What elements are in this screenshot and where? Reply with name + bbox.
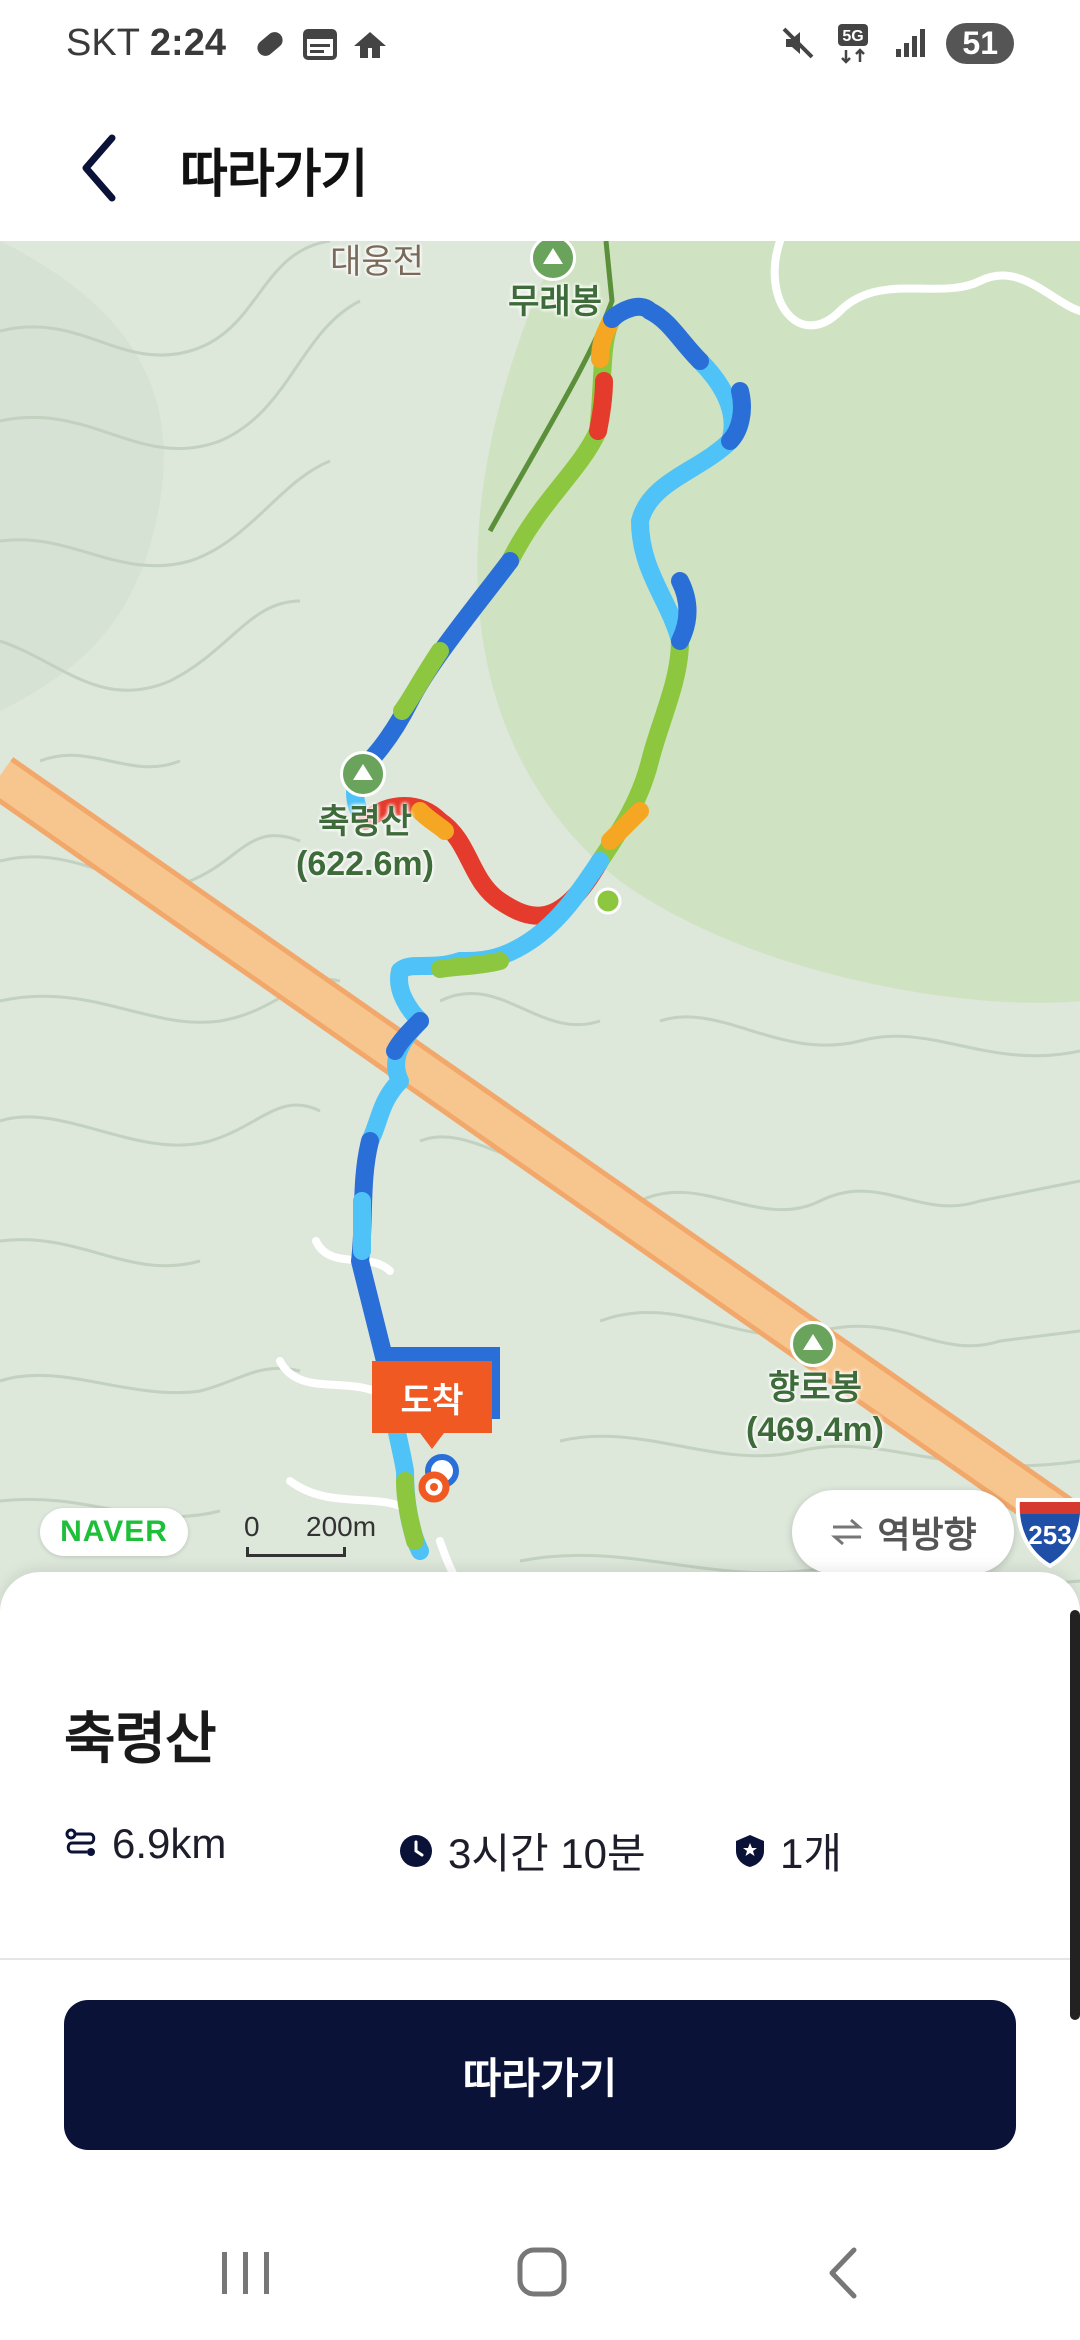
app-notification-icon [353,31,386,58]
edge-panel-handle[interactable] [1070,1610,1080,2020]
divider [0,1958,1080,1960]
reverse-direction-button[interactable]: 역방향 [792,1490,1014,1574]
battery-indicator: 51 [946,22,1014,64]
signal-icon [896,29,926,57]
badge-shield-icon [736,1834,764,1867]
temple-label: 대웅전 [330,243,424,281]
system-nav-bar [0,2208,1080,2340]
peak-label-murae: 무래봉 [508,283,602,321]
clock-icon [400,1834,432,1867]
course-stats: 6.9km 3시간 10분 1개 [64,1820,1044,1880]
calendar-icon [302,28,337,60]
pill-icon [257,31,283,56]
peak-name: 향로봉 [768,1369,862,1407]
map-canvas[interactable] [0,241,1080,1610]
scale-line [246,1547,346,1557]
route-distance-icon [65,1828,96,1856]
mute-icon [782,27,814,59]
course-name: 축령산 [64,1707,217,1770]
carrier-label: SKT [66,22,140,64]
arrival-flag: 도착 [372,1361,492,1449]
scale-distance: 200m [306,1511,377,1542]
recent-apps-button[interactable] [206,2238,286,2308]
back-nav-button[interactable] [806,2238,886,2308]
peak-name: 축령산 [318,803,412,841]
highway-number: 253 [1028,1520,1071,1550]
scale-zero: 0 [244,1511,260,1542]
peak-elevation: (469.4m) [746,1411,884,1449]
follow-button[interactable]: 따라가기 [64,2000,1016,2150]
peak-label-hyangro: 향로봉 (469.4m) [740,1367,890,1451]
home-icon [517,2247,567,2297]
chevron-left-icon [82,134,116,202]
back-button[interactable] [68,126,138,210]
home-button[interactable] [502,2238,582,2308]
mountain-icon [790,1321,836,1367]
network-type-label: 5G [843,28,864,45]
naver-logo: NAVER [40,1508,188,1556]
mountain-icon [340,751,386,797]
app-bar: 따라가기 [0,96,1080,241]
distance-value: 6.9km [112,1820,227,1867]
map-scale: 0 200m [244,1511,376,1557]
peak-elevation: (622.6m) [296,845,434,883]
duration-value: 3시간 10분 [448,1830,646,1877]
page-title: 따라가기 [180,146,368,204]
back-arrow-icon [829,2247,857,2299]
badge-count: 1개 [780,1830,842,1877]
peak-label-chukryeong: 축령산 (622.6m) [290,801,440,885]
distance-stat: 6.9km [64,1820,226,1868]
reverse-direction-label: 역방향 [877,1514,977,1555]
highway-shield-icon: 253 [1015,1498,1080,1568]
clock: 2:24 [149,22,226,64]
duration-stat: 3시간 10분 [398,1820,646,1881]
trail-map[interactable]: 대웅전 무래봉 축령산 (622.6m) 향로봉 (469.4m) 도착 NAV… [0,241,1080,1610]
network-5g-icon: 5G [838,24,869,64]
swap-arrows-icon [831,1518,864,1546]
status-bar: SKT 2:24 5G 51 [0,0,1080,96]
recent-apps-icon [222,2252,269,2294]
badge-stat: 1개 [734,1820,842,1881]
